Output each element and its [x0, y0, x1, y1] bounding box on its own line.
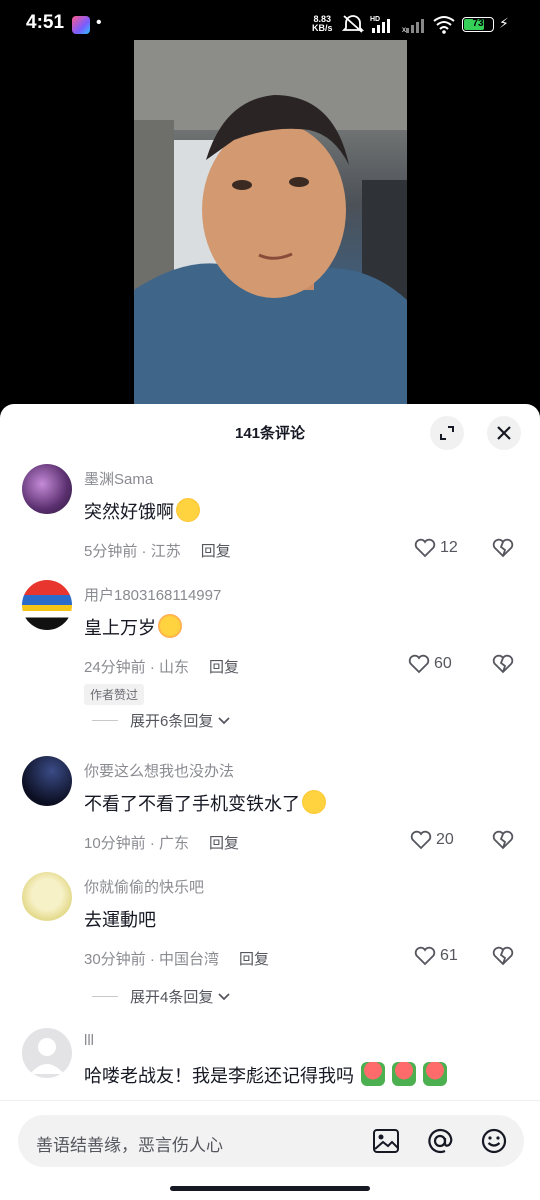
like-count: 61 [440, 947, 458, 964]
heart-icon [408, 654, 430, 674]
heart-icon [414, 538, 436, 558]
dislike-button[interactable] [492, 946, 514, 971]
home-indicator[interactable] [170, 1186, 370, 1191]
notification-dot-icon: • [96, 14, 102, 31]
image-icon [373, 1129, 399, 1153]
comment-input-placeholder: 善语结善缘，恶言伤人心 [36, 1136, 223, 1155]
image-button[interactable] [372, 1128, 400, 1159]
rose-emoji [392, 1062, 417, 1086]
like-button[interactable]: 20 [410, 830, 454, 850]
reply-button[interactable]: 回复 [209, 659, 239, 676]
reply-button[interactable]: 回复 [209, 835, 239, 852]
expand-icon [440, 426, 454, 440]
svg-text:x: x [402, 25, 406, 34]
avatar[interactable] [22, 464, 72, 514]
battery-icon: 73 [462, 17, 494, 32]
charging-icon: ⚡ [499, 15, 509, 31]
like-count: 12 [440, 539, 458, 556]
comment-sheet: 141条评论 墨渊Sama 突然好饿啊 5分钟前 · 江苏 回复 12 用户180… [0, 404, 540, 1200]
like-button[interactable]: 61 [414, 946, 458, 966]
heart-icon [414, 946, 436, 966]
comment-meta: 24分钟前 · 山东 回复 [84, 659, 240, 676]
rose-emoji [361, 1062, 386, 1086]
status-time: 4:51 [26, 12, 65, 33]
wifi-icon [433, 16, 455, 34]
comment-text: 皇上万岁 [84, 614, 182, 640]
signal-icon: x [402, 19, 424, 34]
hd-signal-icon: HD [370, 16, 390, 33]
heart-icon [410, 830, 432, 850]
battery-level: 73 [472, 18, 484, 29]
avatar[interactable] [22, 756, 72, 806]
comment-input[interactable]: 善语结善缘，恶言伤人心 [18, 1115, 524, 1167]
close-icon [497, 426, 511, 440]
network-speed: 8.83 KB/s [312, 14, 333, 33]
rofl-emoji [176, 498, 200, 522]
broken-heart-icon [492, 946, 514, 966]
video-player[interactable] [134, 40, 407, 406]
expand-divider [92, 996, 118, 997]
mute-vibrate-icon [342, 15, 364, 33]
dislike-button[interactable] [492, 538, 514, 563]
comment-author[interactable]: 你要这么想我也没办法 [84, 760, 234, 781]
comment-text: 突然好饿啊 [84, 498, 200, 524]
broken-heart-icon [492, 830, 514, 850]
dislike-button[interactable] [492, 830, 514, 855]
finger-heart-emoji [158, 614, 182, 638]
like-button[interactable]: 60 [408, 654, 452, 674]
like-count: 20 [436, 831, 454, 848]
emoji-button[interactable] [480, 1128, 508, 1159]
reply-button[interactable]: 回复 [201, 543, 231, 560]
comment-text: 哈喽老战友！我是李彪还记得我吗 [84, 1062, 448, 1088]
expand-replies-label: 展开6条回复 [130, 713, 214, 730]
video-frame-image [134, 40, 407, 406]
expand-replies-label: 展开4条回复 [130, 989, 214, 1006]
dislike-button[interactable] [492, 654, 514, 679]
smiley-icon [481, 1128, 507, 1154]
status-bar: 4:51 • 8.83 KB/s HD x 73 ⚡ [0, 0, 540, 44]
default-avatar-icon [30, 1038, 64, 1074]
comment-text: 去運動吧 [84, 910, 156, 930]
broken-heart-icon [492, 654, 514, 674]
mention-button[interactable] [426, 1128, 454, 1159]
like-button[interactable]: 12 [414, 538, 458, 558]
gallery-app-icon [72, 16, 90, 34]
comment-text: 不看了不看了手机变铁水了 [84, 790, 326, 816]
comment-meta: 10分钟前 · 广东 回复 [84, 835, 240, 852]
broken-heart-icon [492, 538, 514, 558]
expand-replies-button[interactable]: 展开6条回复 [92, 710, 231, 731]
close-sheet-button[interactable] [487, 416, 521, 450]
comment-author[interactable]: 你就偷偷的快乐吧 [84, 876, 204, 897]
avatar[interactable] [22, 1028, 72, 1078]
rose-emoji [423, 1062, 448, 1086]
comment-meta: 5分钟前 · 江苏 回复 [84, 543, 231, 560]
at-icon [428, 1128, 453, 1154]
svg-text:HD: HD [370, 16, 380, 23]
expand-divider [92, 720, 118, 721]
reply-button[interactable]: 回复 [239, 951, 269, 968]
expand-sheet-button[interactable] [430, 416, 464, 450]
avatar[interactable] [22, 580, 72, 630]
like-count: 60 [434, 655, 452, 672]
comment-author[interactable]: 墨渊Sama [84, 468, 153, 489]
comment-input-bar: 善语结善缘，恶言伤人心 [0, 1100, 540, 1200]
chevron-down-icon [218, 716, 230, 724]
avatar[interactable] [22, 872, 72, 922]
crying-emoji [302, 790, 326, 814]
author-liked-badge: 作者赞过 [84, 684, 145, 705]
comment-meta: 30分钟前 · 中国台湾 回复 [84, 951, 270, 968]
chevron-down-icon [218, 992, 230, 1000]
expand-replies-button[interactable]: 展开4条回复 [92, 986, 231, 1007]
comment-author[interactable]: 用户1803168114997 [84, 584, 221, 605]
comment-author[interactable]: lll [84, 1032, 94, 1049]
